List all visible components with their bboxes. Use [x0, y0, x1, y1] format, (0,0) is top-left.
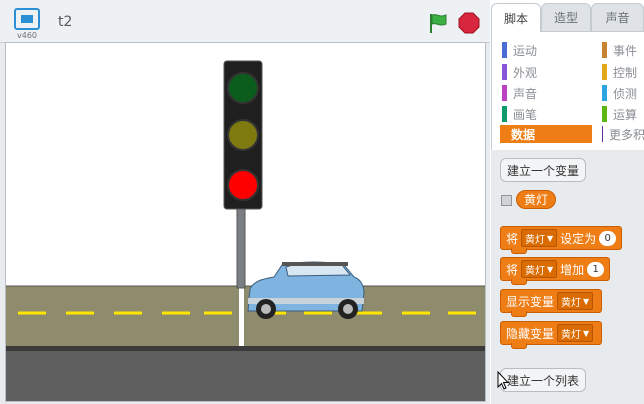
road-shoulder	[6, 286, 485, 348]
variable-dropdown[interactable]: 黄灯 ▼	[557, 324, 594, 342]
block-text: 隐藏变量	[506, 326, 555, 341]
stage[interactable]	[5, 42, 486, 402]
traffic-light-green	[227, 72, 259, 104]
variable-dropdown[interactable]: 黄灯 ▼	[521, 229, 558, 247]
category-control[interactable]: 控制	[602, 63, 644, 81]
dropdown-arrow-icon: ▼	[583, 296, 590, 306]
category-swatch	[502, 106, 507, 122]
block-text: 显示变量	[506, 294, 555, 309]
block-text: 增加	[560, 262, 585, 277]
car-sprite[interactable]	[247, 261, 365, 319]
stop-sign-icon[interactable]	[458, 12, 480, 34]
hide-variable-block[interactable]: 隐藏变量 黄灯 ▼	[500, 321, 603, 349]
variable-show-checkbox[interactable]	[501, 195, 512, 206]
dropdown-value: 黄灯	[525, 234, 546, 246]
category-swatch	[502, 85, 507, 101]
category-motion[interactable]: 运动	[502, 41, 592, 59]
tab-scripts[interactable]: 脚本	[491, 3, 541, 32]
stage-size-button[interactable]	[14, 8, 40, 30]
make-variable-button[interactable]: 建立一个变量	[500, 158, 587, 182]
dropdown-value: 黄灯	[525, 265, 546, 277]
block-text: 将	[506, 262, 519, 277]
make-list-button[interactable]: 建立一个列表	[500, 368, 587, 392]
tab-costumes[interactable]: 造型	[541, 3, 591, 31]
category-sound[interactable]: 声音	[502, 84, 592, 102]
category-pen[interactable]: 画笔	[502, 105, 592, 123]
value-input[interactable]: 0	[599, 230, 617, 246]
value-input[interactable]: 1	[587, 261, 605, 277]
variable-reporter[interactable]: 黄灯	[516, 190, 557, 209]
category-swatch	[602, 42, 607, 58]
road-asphalt	[6, 346, 485, 401]
traffic-light-pole	[236, 207, 246, 289]
block-text: 设定为	[560, 231, 597, 246]
mouse-cursor-icon	[497, 371, 509, 390]
dropdown-value: 黄灯	[561, 329, 582, 341]
variable-dropdown[interactable]: 黄灯 ▼	[521, 260, 558, 278]
category-swatch	[502, 64, 507, 80]
category-swatch	[602, 106, 607, 122]
stage-size-icon	[21, 15, 33, 23]
category-swatch	[602, 85, 607, 101]
category-swatch	[602, 126, 603, 142]
tab-sounds[interactable]: 声音	[591, 3, 644, 31]
category-data[interactable]: 数据	[500, 125, 592, 143]
category-events[interactable]: 事件	[602, 41, 644, 59]
version-label: v460	[17, 31, 38, 40]
show-variable-block[interactable]: 显示变量 黄灯 ▼	[500, 289, 603, 317]
stage-scene	[6, 60, 485, 401]
traffic-light-red	[227, 169, 259, 201]
category-swatch	[602, 64, 607, 80]
green-flag-icon[interactable]	[427, 12, 449, 34]
variable-dropdown[interactable]: 黄灯 ▼	[557, 292, 594, 310]
category-looks[interactable]: 外观	[502, 63, 592, 81]
stage-panel: v460 t2	[0, 0, 490, 404]
dropdown-value: 黄灯	[561, 297, 582, 309]
dropdown-arrow-icon: ▼	[547, 233, 554, 243]
category-sensing[interactable]: 侦测	[602, 84, 644, 102]
change-variable-block[interactable]: 将 黄灯 ▼ 增加 1	[500, 257, 611, 285]
block-text: 将	[506, 231, 519, 246]
category-swatch	[500, 126, 505, 142]
stage-header: v460 t2	[0, 0, 490, 43]
block-palette: 建立一个变量 黄灯 将 黄灯 ▼ 设定为 0 将 黄灯 ▼ 增加 1 显示变量 黄灯…	[491, 150, 644, 404]
stop-line	[239, 286, 244, 348]
set-variable-block[interactable]: 将 黄灯 ▼ 设定为 0	[500, 226, 623, 254]
editor-tabs: 脚本 造型 声音	[491, 3, 644, 32]
category-swatch	[502, 42, 507, 58]
category-operators[interactable]: 运算	[602, 105, 644, 123]
category-more-blocks[interactable]: 更多积	[602, 125, 644, 143]
project-title[interactable]: t2	[58, 14, 72, 30]
dropdown-arrow-icon: ▼	[547, 264, 554, 274]
dropdown-arrow-icon: ▼	[583, 328, 590, 338]
traffic-light-yellow	[227, 119, 259, 151]
